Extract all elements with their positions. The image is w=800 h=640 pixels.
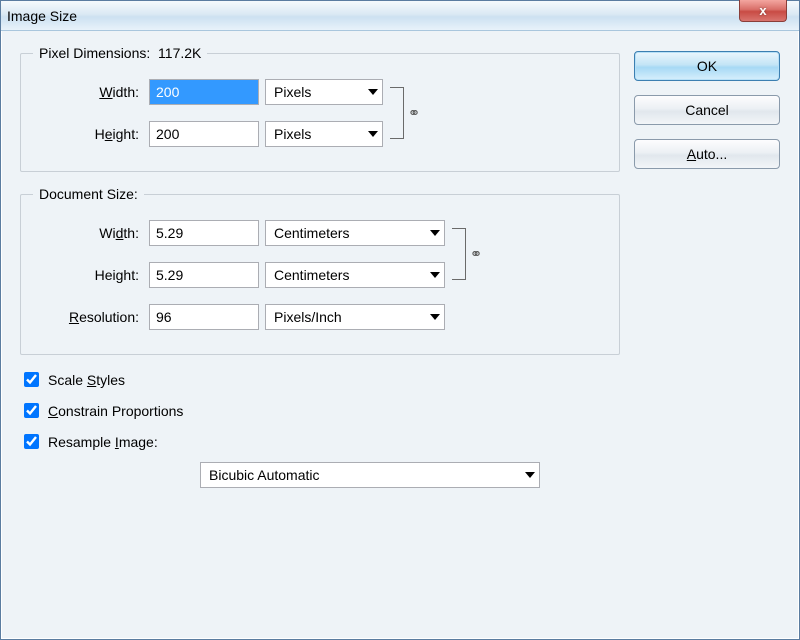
resample-row: Resample Image:: [20, 431, 620, 452]
resolution-input[interactable]: [149, 304, 259, 330]
chevron-down-icon: [525, 472, 535, 478]
chevron-down-icon: [368, 89, 378, 95]
resample-label: Resample Image:: [48, 434, 158, 450]
constrain-label: Constrain Proportions: [48, 403, 183, 419]
pixel-height-input[interactable]: [149, 121, 259, 147]
pixel-dimensions-size: 117.2K: [158, 45, 201, 61]
left-column: Pixel Dimensions: 117.2K Width: Pixels: [20, 45, 620, 628]
pixel-height-unit-value: Pixels: [274, 126, 311, 142]
doc-link-bracket: ⚭: [449, 228, 485, 280]
doc-height-unit-value: Centimeters: [274, 267, 349, 283]
auto-button[interactable]: Auto...: [634, 139, 780, 169]
resample-method-value: Bicubic Automatic: [209, 467, 320, 483]
chevron-down-icon: [430, 230, 440, 236]
cancel-button[interactable]: Cancel: [634, 95, 780, 125]
doc-height-unit-dropdown[interactable]: Centimeters: [265, 262, 445, 288]
image-size-dialog: Image Size x Pixel Dimensions: 117.2K Wi…: [0, 0, 800, 640]
doc-height-input[interactable]: [149, 262, 259, 288]
document-size-legend: Document Size:: [33, 186, 144, 202]
resample-method-dropdown[interactable]: Bicubic Automatic: [200, 462, 540, 488]
link-icon: ⚭: [408, 104, 421, 122]
chevron-down-icon: [430, 314, 440, 320]
chevron-down-icon: [430, 272, 440, 278]
titlebar[interactable]: Image Size x: [1, 1, 799, 31]
resolution-unit-value: Pixels/Inch: [274, 309, 342, 325]
link-icon: ⚭: [470, 245, 483, 263]
pixel-width-input[interactable]: [149, 79, 259, 105]
pixel-width-unit-dropdown[interactable]: Pixels: [265, 79, 383, 105]
resolution-label: Resolution:: [33, 309, 143, 325]
pixel-height-row: Height: Pixels: [33, 121, 383, 147]
doc-width-unit-value: Centimeters: [274, 225, 349, 241]
pixel-dimensions-label: Pixel Dimensions:: [39, 45, 150, 61]
ok-button[interactable]: OK: [634, 51, 780, 81]
doc-width-unit-dropdown[interactable]: Centimeters: [265, 220, 445, 246]
close-button[interactable]: x: [739, 0, 787, 22]
resample-image-checkbox[interactable]: [24, 434, 39, 449]
doc-height-label: Height:: [33, 267, 143, 283]
constrain-proportions-checkbox[interactable]: [24, 403, 39, 418]
doc-height-row: Height: Centimeters: [33, 262, 445, 288]
doc-width-input[interactable]: [149, 220, 259, 246]
pixel-height-unit-dropdown[interactable]: Pixels: [265, 121, 383, 147]
doc-width-row: Width: Centimeters: [33, 220, 445, 246]
scale-styles-checkbox[interactable]: [24, 372, 39, 387]
pixel-dimensions-legend: Pixel Dimensions: 117.2K: [33, 45, 207, 61]
pixel-width-label: Width:: [33, 84, 143, 100]
pixel-height-label: Height:: [33, 126, 143, 142]
chevron-down-icon: [368, 131, 378, 137]
right-column: OK Cancel Auto...: [634, 45, 780, 628]
close-icon: x: [759, 3, 766, 18]
scale-styles-row: Scale Styles: [20, 369, 620, 390]
pixel-dimensions-group: Pixel Dimensions: 117.2K Width: Pixels: [20, 45, 620, 172]
dialog-content: Pixel Dimensions: 117.2K Width: Pixels: [1, 31, 799, 639]
pixel-width-unit-value: Pixels: [274, 84, 311, 100]
constrain-row: Constrain Proportions: [20, 400, 620, 421]
resolution-unit-dropdown[interactable]: Pixels/Inch: [265, 304, 445, 330]
pixel-link-bracket: ⚭: [387, 87, 423, 139]
resolution-row: Resolution: Pixels/Inch: [33, 304, 607, 330]
document-size-group: Document Size: Width: Centimeters H: [20, 186, 620, 355]
pixel-width-row: Width: Pixels: [33, 79, 383, 105]
scale-styles-label: Scale Styles: [48, 372, 125, 388]
doc-width-label: Width:: [33, 225, 143, 241]
window-title: Image Size: [7, 8, 77, 24]
